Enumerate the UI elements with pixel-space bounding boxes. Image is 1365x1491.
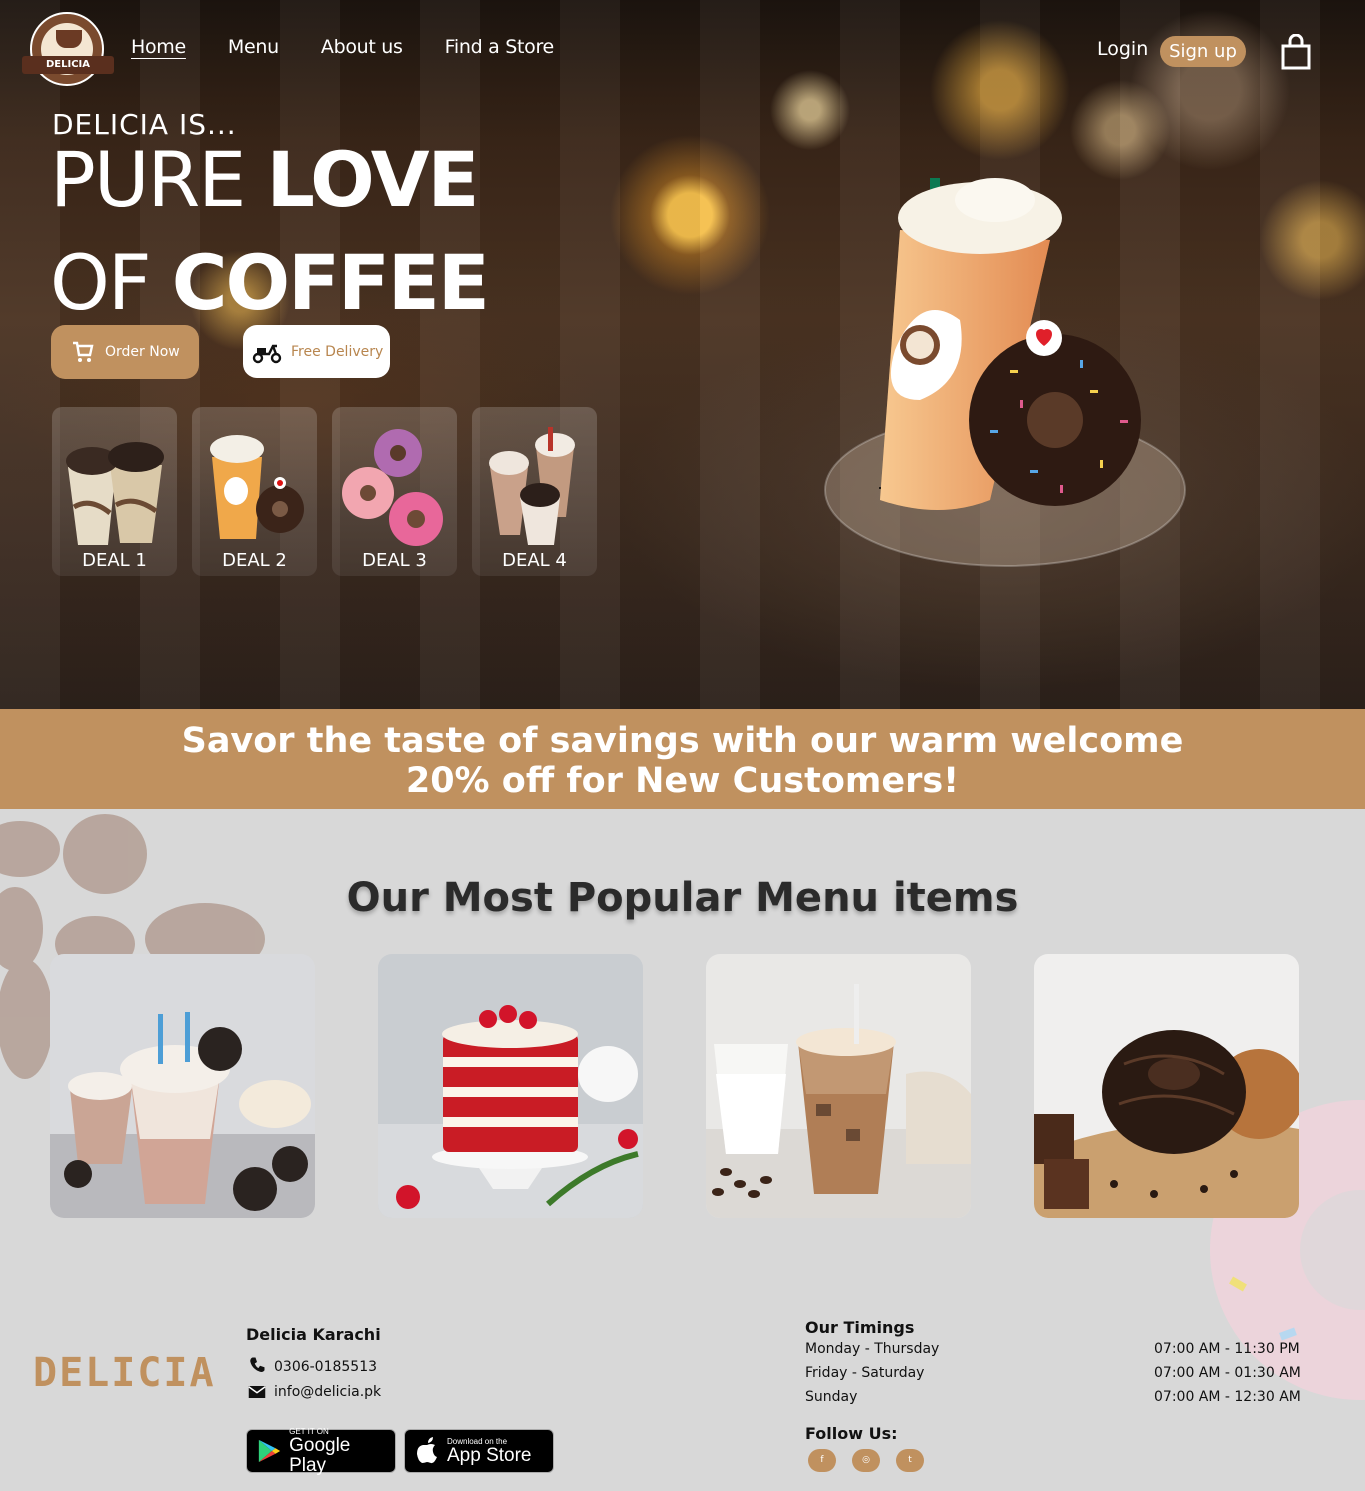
email-icon [248,1386,266,1398]
timing-days-1: Monday - Thursday [805,1341,940,1357]
google-play-button[interactable]: GET IT ON Google Play [246,1427,396,1475]
iced-coffee-image [706,954,971,1218]
timing-days-2: Friday - Saturday [805,1365,925,1381]
scooter-icon [252,344,282,363]
shopping-bag-icon[interactable] [1280,34,1312,70]
deal-card-3[interactable]: DEAL 3 [332,407,457,576]
delicia-logo[interactable]: DELICIA [22,12,114,86]
menu-item-oreo-shake[interactable] [50,954,315,1218]
menu-item-iced-coffee[interactable] [706,954,971,1218]
phone-icon [250,1357,265,1372]
nav-find-store[interactable]: Find a Store [445,36,555,58]
timing-hours-3: 07:00 AM - 12:30 AM [1154,1389,1301,1405]
promo-line-2: 20% off for New Customers! [405,761,960,801]
timing-days-3: Sunday [805,1389,858,1405]
oreo-shake-image [50,954,315,1218]
facebook-icon[interactable]: f [808,1449,836,1472]
nav-home[interactable]: Home [131,36,186,58]
popular-section-title: Our Most Popular Menu items [346,875,1019,921]
timing-hours-2: 07:00 AM - 01:30 AM [1154,1365,1301,1381]
hero-headline-1: PURE LOVE [50,135,479,224]
hero-headline-2: OF COFFEE [50,238,490,327]
google-play-icon [258,1439,281,1463]
main-nav: Home Menu About us Find a Store [131,36,596,58]
promo-line-1: Savor the taste of savings with our warm… [181,721,1184,761]
frappe-donut-image [210,435,304,539]
iced-drink-image [66,442,164,545]
login-link[interactable]: Login [1097,38,1148,60]
follow-us-title: Follow Us: [805,1424,898,1443]
apple-icon [417,1437,437,1464]
deal-card-1[interactable]: DEAL 1 [52,407,177,576]
promo-banner: Savor the taste of savings with our warm… [0,709,1365,809]
footer-logo[interactable]: DELICIA [33,1350,216,1396]
chocolate-donut-image [1034,954,1299,1218]
email-address[interactable]: info@delicia.pk [274,1384,381,1400]
nav-about[interactable]: About us [321,36,403,58]
timing-hours-1: 07:00 AM - 11:30 PM [1154,1341,1300,1357]
app-store-button[interactable]: Download on the App Store [404,1429,554,1473]
donuts-image [342,429,443,546]
red-velvet-cake-image [378,954,643,1218]
deal-card-4[interactable]: DEAL 4 [472,407,597,576]
frappe-and-donut-image [824,178,1186,567]
menu-item-red-velvet-cake[interactable] [378,954,643,1218]
order-now-button[interactable]: Order Now [51,325,199,379]
milkshakes-image [489,427,575,545]
coffee-cup-icon [56,30,82,48]
location-title: Delicia Karachi [246,1325,381,1344]
timings-title: Our Timings [805,1318,915,1337]
free-delivery-button[interactable]: Free Delivery [243,325,390,378]
nav-menu[interactable]: Menu [228,36,279,58]
instagram-icon[interactable]: ◎ [852,1449,880,1472]
cart-icon [73,341,94,362]
signup-button[interactable]: Sign up [1160,36,1246,67]
logo-text: DELICIA [22,56,114,74]
menu-item-chocolate-donut[interactable] [1034,954,1299,1218]
phone-number[interactable]: 0306-0185513 [274,1359,377,1375]
twitter-icon[interactable]: t [896,1449,924,1472]
deal-card-2[interactable]: DEAL 2 [192,407,317,576]
